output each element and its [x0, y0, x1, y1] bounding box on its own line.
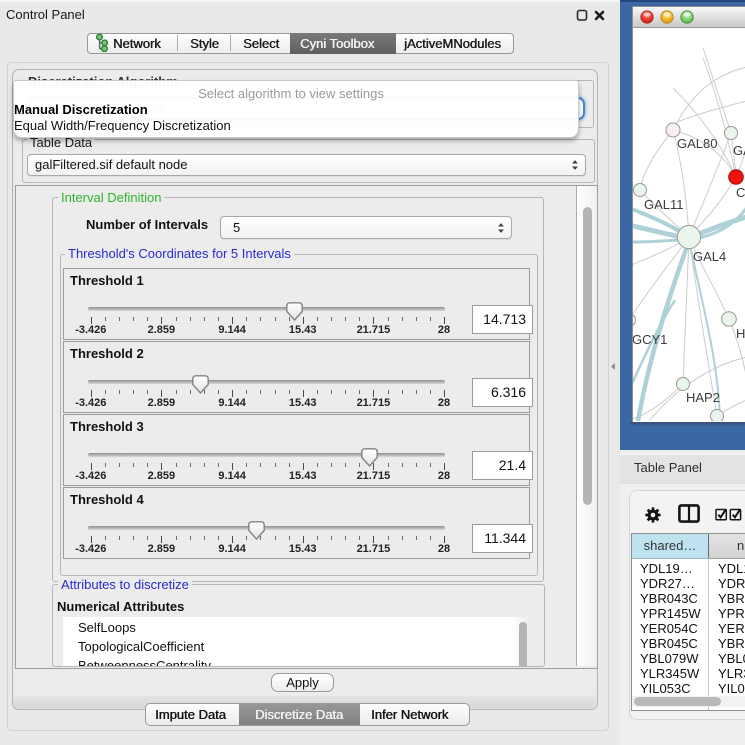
svg-text:H: H — [736, 326, 745, 341]
svg-text:GAL11: GAL11 — [644, 197, 684, 212]
svg-text:HAP2: HAP2 — [686, 390, 720, 405]
svg-text:GA: GA — [733, 143, 745, 158]
svg-text:GAL4: GAL4 — [693, 249, 726, 264]
svg-text:GCY1: GCY1 — [633, 332, 667, 347]
svg-text:C: C — [736, 185, 745, 200]
svg-text:GAL80: GAL80 — [677, 136, 717, 151]
